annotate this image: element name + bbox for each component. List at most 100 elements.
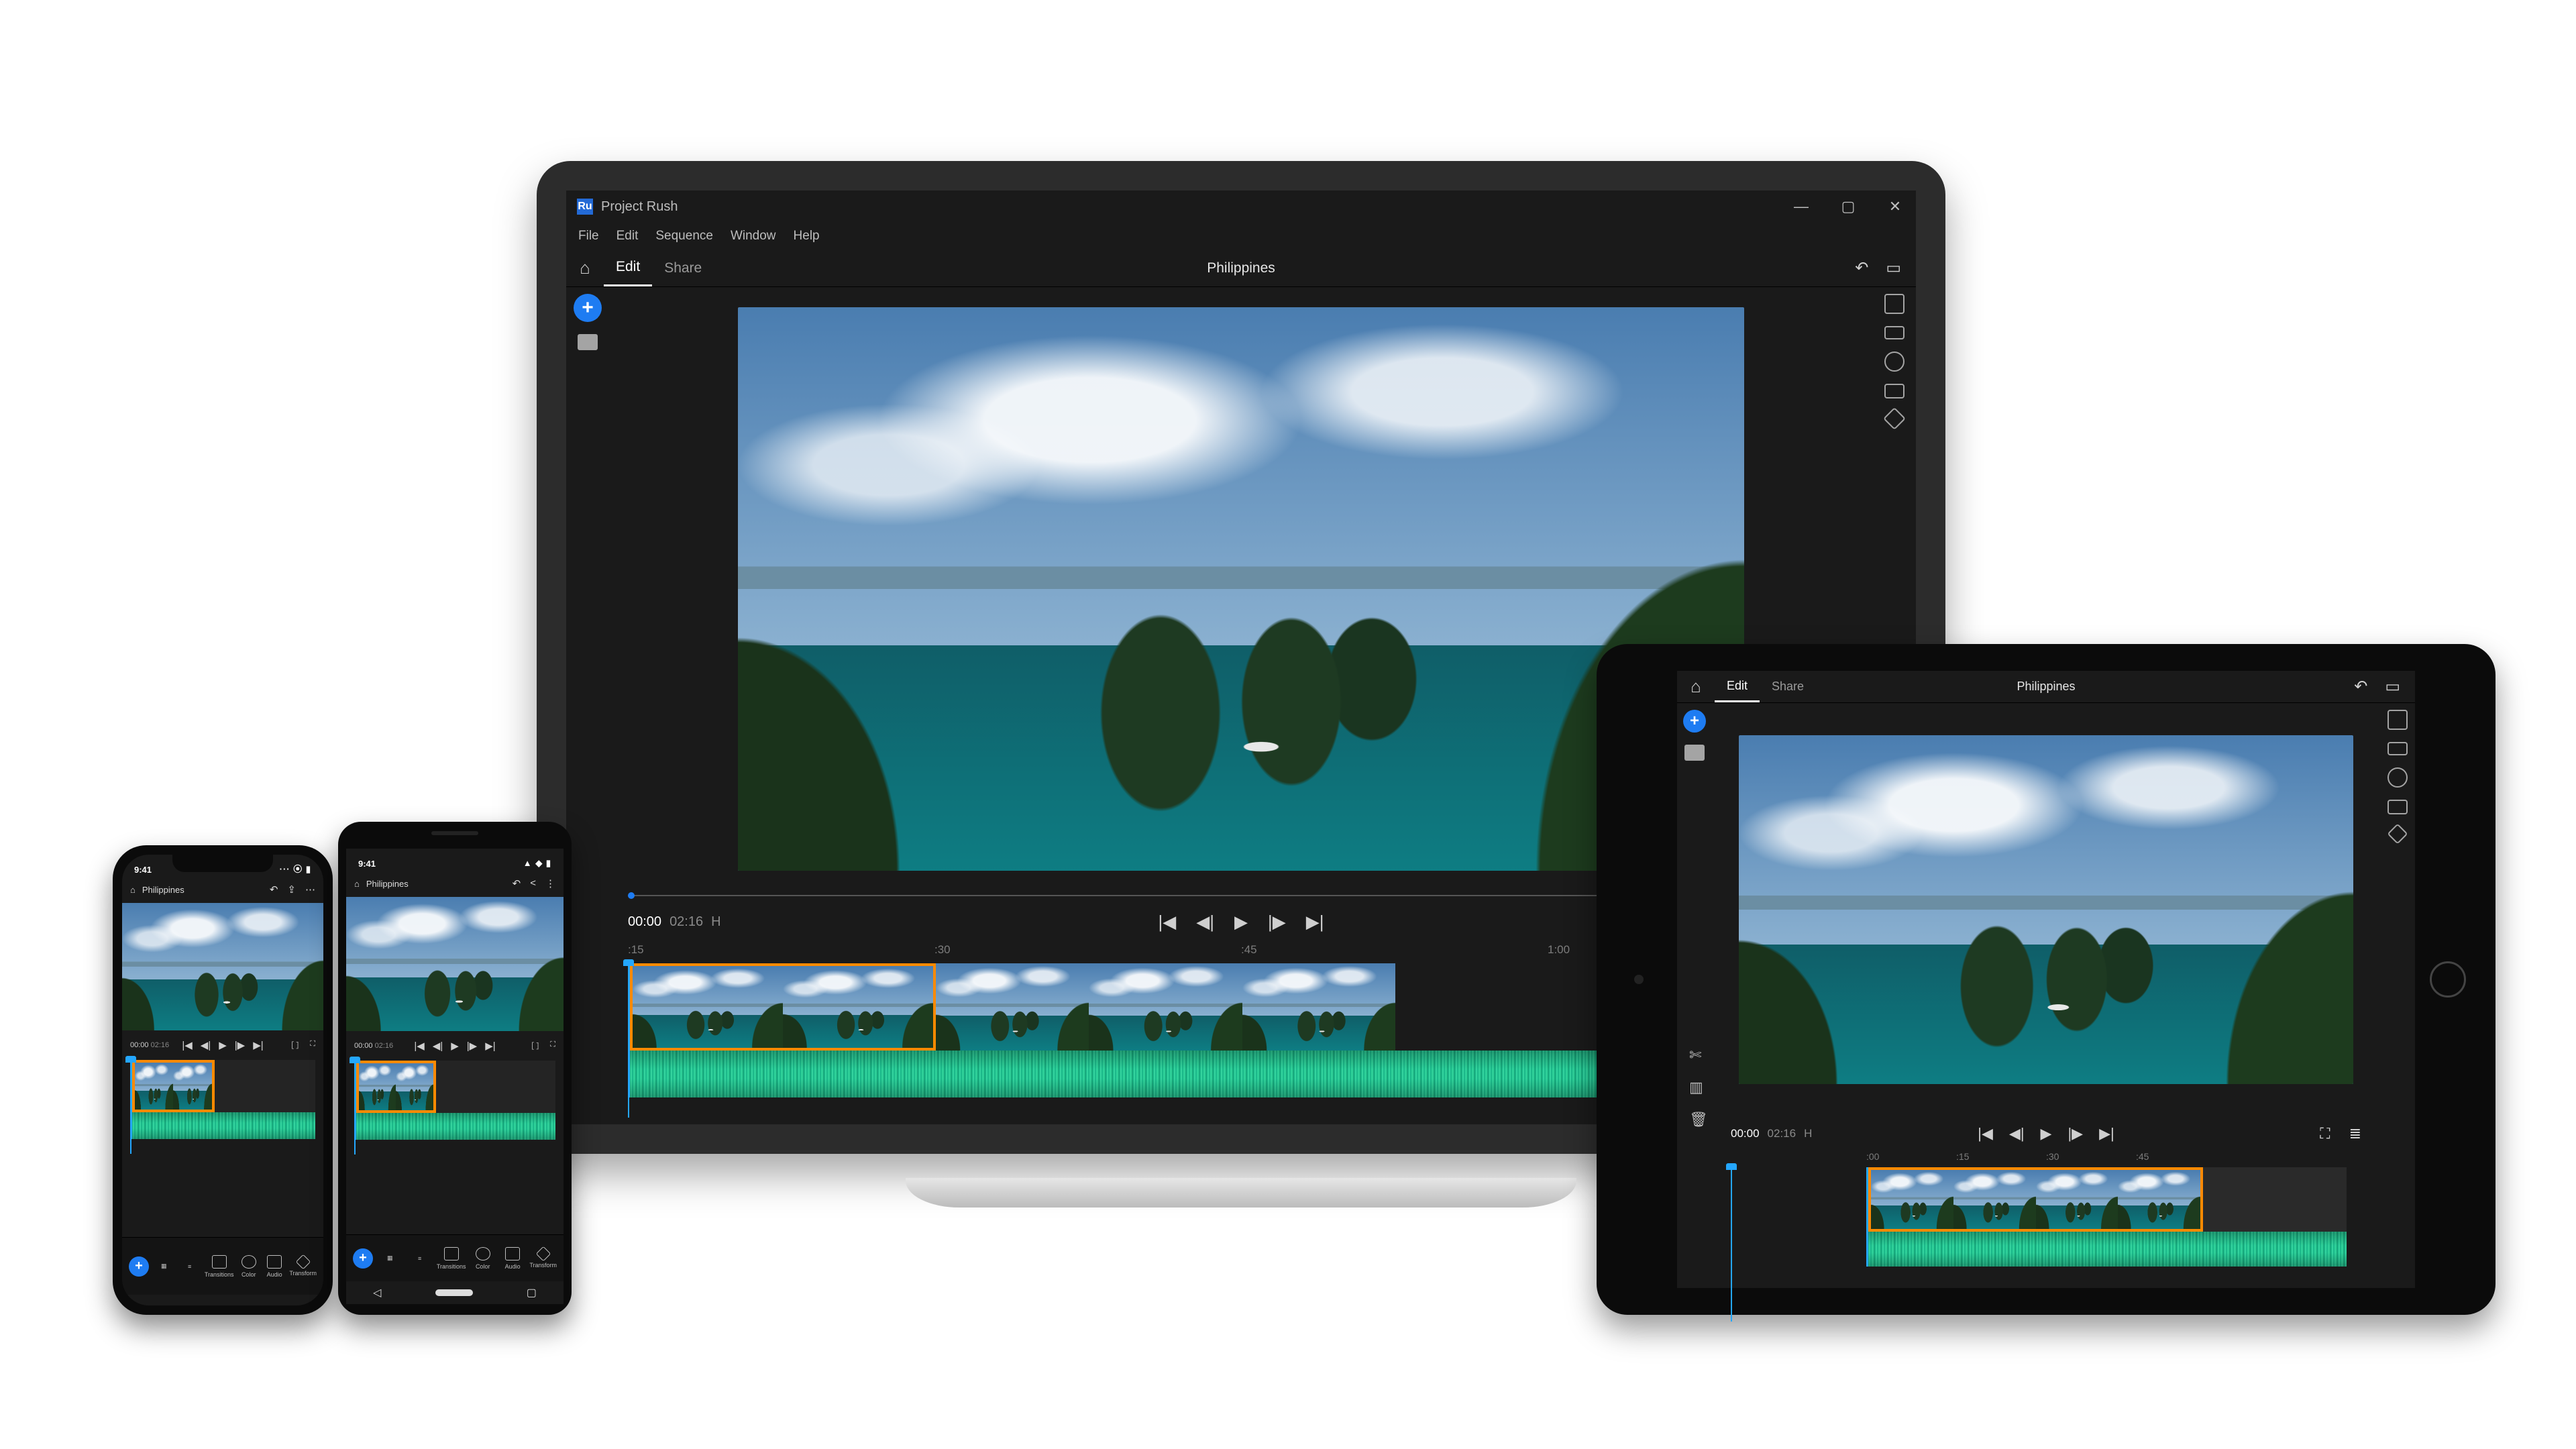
add-media-button[interactable]: +	[353, 1248, 373, 1269]
video-track[interactable]	[1866, 1167, 2347, 1232]
prev-clip-button[interactable]: |◀	[182, 1039, 192, 1051]
preview-frame[interactable]	[346, 897, 564, 1031]
undo-icon[interactable]: ↶	[270, 883, 278, 896]
add-media-button[interactable]: +	[129, 1256, 149, 1277]
tab-color[interactable]: Color	[470, 1247, 496, 1270]
track-toggle-a[interactable]: ▦	[377, 1254, 402, 1262]
more-icon[interactable]: ⋯	[305, 883, 315, 896]
step-back-button[interactable]: ◀|	[1196, 912, 1214, 932]
titles-icon[interactable]	[2387, 710, 2408, 730]
audio-track[interactable]: Ripperton – Echocity	[130, 1112, 315, 1139]
step-forward-button[interactable]: |▶	[2068, 1125, 2083, 1142]
video-track[interactable]	[130, 1060, 315, 1112]
transform-icon[interactable]	[2387, 823, 2408, 844]
next-clip-button[interactable]: ▶|	[1306, 912, 1324, 932]
zoom-out-icon[interactable]: ［ ］	[527, 1040, 543, 1051]
tab-transitions[interactable]: Transitions	[205, 1255, 234, 1278]
tab-transform[interactable]: Transform	[289, 1256, 317, 1277]
more-icon[interactable]: ⋮	[545, 877, 555, 890]
tab-edit[interactable]: Edit	[604, 250, 652, 286]
android-back-button[interactable]: ◁	[373, 1286, 381, 1299]
window-minimize-button[interactable]: —	[1791, 198, 1811, 215]
step-back-button[interactable]: ◀|	[2009, 1125, 2025, 1142]
menu-help[interactable]: Help	[794, 229, 820, 244]
undo-icon[interactable]: ↶	[513, 877, 521, 890]
project-panel-icon[interactable]	[1684, 745, 1705, 761]
menu-file[interactable]: File	[578, 229, 599, 244]
trash-icon[interactable]: 🗑	[1689, 1111, 1708, 1128]
audio-track[interactable]: Ripperton – Echocity	[354, 1113, 555, 1140]
tab-transitions[interactable]: Transitions	[437, 1247, 466, 1270]
undo-icon[interactable]: ↶	[2354, 677, 2367, 696]
share-icon[interactable]: ⇪	[287, 883, 296, 896]
preview-frame[interactable]	[122, 903, 323, 1030]
step-back-button[interactable]: ◀|	[433, 1040, 443, 1052]
project-panel-icon[interactable]	[578, 334, 598, 350]
play-button[interactable]: ▶	[2041, 1125, 2052, 1142]
next-clip-button[interactable]: ▶|	[485, 1040, 495, 1052]
home-button[interactable]: ⌂	[566, 258, 604, 278]
chat-icon[interactable]: ▭	[1886, 258, 1901, 278]
fullscreen-icon[interactable]: ⛶	[2320, 1125, 2330, 1142]
timeline-playhead[interactable]	[130, 1060, 131, 1154]
track-toggle-a[interactable]: ▦	[153, 1263, 174, 1270]
undo-icon[interactable]: ↶	[1855, 258, 1868, 278]
menu-sequence[interactable]: Sequence	[655, 229, 713, 244]
timeline[interactable]: Ripperton – Echocity	[1712, 1167, 2380, 1288]
tab-share[interactable]: Share	[1760, 671, 1816, 702]
next-clip-button[interactable]: ▶|	[253, 1039, 263, 1051]
add-media-button[interactable]: +	[574, 294, 602, 322]
prev-clip-button[interactable]: |◀	[1978, 1125, 1993, 1142]
properties-icon[interactable]	[2387, 800, 2408, 814]
tab-color[interactable]: Color	[238, 1255, 260, 1278]
fullscreen-icon[interactable]: ⛶	[310, 1040, 315, 1051]
share-icon[interactable]: <	[530, 877, 536, 890]
timeline-ruler[interactable]: :00 :15 :30 :45	[1712, 1151, 2380, 1167]
android-recent-button[interactable]: ▢	[527, 1286, 537, 1299]
preview-viewer[interactable]	[1712, 703, 2380, 1116]
fullscreen-icon[interactable]: ⛶	[550, 1040, 555, 1051]
home-button[interactable]: ⌂	[1677, 676, 1715, 697]
step-forward-button[interactable]: |▶	[235, 1039, 245, 1051]
chat-icon[interactable]: ▭	[2385, 677, 2400, 696]
titles-icon[interactable]	[1884, 294, 1904, 314]
tab-audio[interactable]: Audio	[500, 1247, 525, 1270]
step-forward-button[interactable]: |▶	[467, 1040, 477, 1052]
zoom-out-icon[interactable]: ［ ］	[286, 1040, 303, 1051]
play-button[interactable]: ▶	[1234, 912, 1248, 932]
timeline[interactable]: Ripperton – Echocity	[346, 1061, 564, 1234]
tab-audio[interactable]: Audio	[264, 1255, 285, 1278]
home-button[interactable]: ⌂	[354, 879, 360, 889]
window-maximize-button[interactable]: ▢	[1838, 198, 1858, 215]
properties-icon[interactable]	[1884, 384, 1904, 398]
panel-icon[interactable]: ▥	[1689, 1079, 1708, 1096]
audio-track[interactable]: Ripperton – Echocity	[1866, 1232, 2347, 1267]
transform-icon[interactable]	[1883, 407, 1906, 430]
color-wheel-icon[interactable]	[1884, 352, 1904, 372]
play-button[interactable]: ▶	[219, 1039, 227, 1051]
track-toggle-b[interactable]: ≡	[178, 1263, 200, 1270]
timeline-playhead[interactable]	[354, 1061, 356, 1155]
timeline-playhead[interactable]	[1731, 1167, 1732, 1322]
crop-icon[interactable]	[1884, 326, 1904, 339]
timeline-playhead[interactable]	[628, 963, 629, 1118]
add-media-button[interactable]: +	[1683, 710, 1706, 733]
menu-window[interactable]: Window	[731, 229, 776, 244]
android-home-button[interactable]	[435, 1289, 473, 1296]
prev-clip-button[interactable]: |◀	[1159, 912, 1177, 932]
home-button[interactable]: ⌂	[130, 885, 136, 895]
color-wheel-icon[interactable]	[2387, 767, 2408, 788]
step-back-button[interactable]: ◀|	[201, 1039, 211, 1051]
timeline[interactable]: Ripperton – Echocity	[122, 1060, 323, 1237]
tab-transform[interactable]: Transform	[529, 1248, 557, 1269]
tablet-home-button[interactable]	[2430, 961, 2466, 998]
play-button[interactable]: ▶	[451, 1040, 459, 1052]
scrub-playhead[interactable]	[628, 892, 635, 899]
tracks-icon[interactable]: ≣	[2349, 1125, 2361, 1142]
tab-share[interactable]: Share	[652, 250, 714, 286]
video-track[interactable]	[354, 1061, 555, 1113]
track-toggle-b[interactable]: ≡	[407, 1255, 432, 1262]
step-forward-button[interactable]: |▶	[1268, 912, 1286, 932]
next-clip-button[interactable]: ▶|	[2099, 1125, 2114, 1142]
scissors-icon[interactable]: ✄	[1689, 1046, 1708, 1064]
